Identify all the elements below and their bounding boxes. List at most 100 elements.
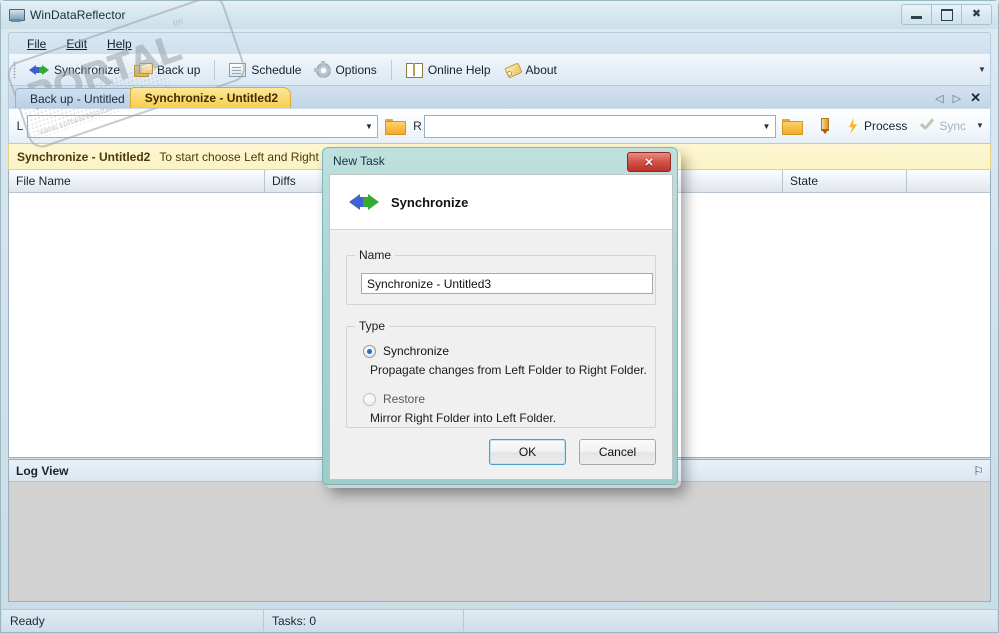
tab-synchronize-untitled2[interactable]: Synchronize - Untitled2 <box>129 87 292 108</box>
title-bar: WinDataReflector ✖ <box>1 1 998 29</box>
tag-icon <box>503 61 523 79</box>
name-group-legend: Name <box>355 248 396 262</box>
menu-bar: File Edit Help <box>8 32 991 54</box>
window-title: WinDataReflector <box>30 8 126 22</box>
application-window: WinDataReflector ✖ File Edit Help Synchr… <box>0 0 999 633</box>
tab-backup-untitled-label: Back up - Untitled <box>30 92 125 106</box>
right-folder-chevron-down-icon[interactable]: ▼ <box>758 117 775 136</box>
pathbar-overflow-button[interactable]: ▼ <box>974 111 986 141</box>
status-bar-tasks: Tasks: 0 <box>264 610 464 631</box>
pin-icon[interactable]: ⚐ <box>973 464 984 478</box>
schedule-calendar-icon <box>229 62 247 77</box>
column-header-file-name[interactable]: File Name <box>9 170 265 192</box>
sync-arrows-icon <box>349 191 379 213</box>
status-bar-tasks-label: Tasks: 0 <box>272 613 317 628</box>
info-bar-task-name: Synchronize - Untitled2 <box>17 149 151 164</box>
dialog-title-bar: New Task <box>323 148 677 173</box>
backup-folders-icon <box>134 62 154 77</box>
tab-backup-untitled[interactable]: Back up - Untitled <box>15 88 138 108</box>
toolbar-button-backup-label: Back up <box>157 62 201 77</box>
minimize-button[interactable] <box>902 5 932 24</box>
close-icon: ✕ <box>644 156 654 169</box>
dialog-buttons: OK Cancel <box>489 439 656 465</box>
toolbar-button-backup[interactable]: Back up <box>127 60 207 80</box>
toolbar-button-about[interactable]: About <box>498 60 564 80</box>
toolbar-overflow-button[interactable]: ▼ <box>976 57 988 83</box>
radio-synchronize-description: Propagate changes from Left Folder to Ri… <box>370 363 647 377</box>
dialog-close-button[interactable]: ✕ <box>627 152 671 172</box>
book-icon <box>405 62 423 78</box>
cancel-button[interactable]: Cancel <box>579 439 656 465</box>
tab-navigation: ◁ ▷ ✕ <box>935 90 990 108</box>
toolbar-button-synchronize[interactable]: Synchronize <box>22 60 127 80</box>
dialog-title: New Task <box>333 153 385 168</box>
sync-button[interactable]: Sync <box>913 117 972 135</box>
task-name-input-value: Synchronize - Untitled3 <box>367 276 492 291</box>
tab-next-button[interactable]: ▷ <box>953 92 961 105</box>
gear-icon <box>314 61 332 78</box>
process-button[interactable]: Process <box>840 116 913 136</box>
check-icon <box>919 118 935 133</box>
right-folder-combo[interactable]: ▼ <box>424 114 776 138</box>
toolbar-button-options[interactable]: Options <box>308 59 383 80</box>
folder-icon <box>782 118 804 135</box>
right-folder-label: R <box>413 119 422 133</box>
menu-item-file[interactable]: File <box>17 35 56 53</box>
process-button-label: Process <box>863 119 908 133</box>
dialog-body: Synchronize Name Synchronize - Untitled3… <box>329 174 673 480</box>
task-name-input[interactable]: Synchronize - Untitled3 <box>361 273 653 294</box>
info-bar-message: To start choose Left and Right f <box>159 149 326 164</box>
tab-strip: Back up - Untitled Synchronize - Untitle… <box>8 86 991 108</box>
toolbar-button-schedule[interactable]: Schedule <box>222 60 308 80</box>
pencil-filter-icon <box>819 118 829 134</box>
log-view-title: Log View <box>16 463 69 478</box>
dialog-banner: Synchronize <box>330 175 672 230</box>
column-header-state[interactable]: State <box>783 170 907 192</box>
tab-close-button[interactable]: ✕ <box>970 90 981 106</box>
status-bar-ready: Ready <box>2 610 264 631</box>
app-icon <box>8 7 25 23</box>
ok-button[interactable]: OK <box>489 439 566 465</box>
radio-synchronize-label: Synchronize <box>383 344 450 358</box>
pathbar-overflow-glyph: ▼ <box>976 121 984 130</box>
column-header-spacer[interactable] <box>907 170 990 192</box>
new-task-dialog: New Task ✕ Synchronize Name Synchronize … <box>322 147 678 485</box>
path-bar: L ▼ R ▼ Process Sync ▼ <box>8 108 991 144</box>
column-header-state-label: State <box>790 174 819 188</box>
left-folder-combo[interactable]: ▼ <box>27 114 379 138</box>
window-controls: ✖ <box>901 4 992 25</box>
menu-item-help-label: Help <box>107 36 132 51</box>
left-folder-chevron-down-icon[interactable]: ▼ <box>360 117 377 136</box>
tab-prev-button[interactable]: ◁ <box>935 92 943 105</box>
maximize-button[interactable] <box>932 5 962 24</box>
toolbar-button-online-help-label: Online Help <box>427 62 491 77</box>
ok-button-label: OK <box>518 445 537 459</box>
radio-restore-icon[interactable] <box>363 392 376 406</box>
radio-synchronize-icon[interactable] <box>363 344 376 358</box>
radio-restore-description: Mirror Right Folder into Left Folder. <box>370 411 557 425</box>
close-button[interactable]: ✖ <box>962 5 991 24</box>
dialog-banner-title: Synchronize <box>391 194 469 210</box>
status-bar-ready-label: Ready <box>10 613 45 628</box>
toolbar-overflow-glyph: ▼ <box>978 64 986 74</box>
left-folder-label: L <box>16 119 24 133</box>
radio-option-restore[interactable]: Restore <box>363 392 655 406</box>
right-browse-button[interactable] <box>779 115 805 137</box>
radio-restore-label: Restore <box>383 392 426 406</box>
tab-synchronize-untitled2-label: Synchronize - Untitled2 <box>144 91 279 105</box>
radio-option-synchronize[interactable]: Synchronize <box>363 344 655 358</box>
menu-item-help[interactable]: Help <box>97 35 142 53</box>
column-header-diffs-label: Diffs <box>272 174 296 188</box>
toolbar-grip[interactable] <box>13 60 16 79</box>
status-bar: Ready Tasks: 0 <box>2 609 997 631</box>
toolbar-separator-2 <box>390 59 392 80</box>
name-group: Name Synchronize - Untitled3 <box>346 248 656 305</box>
status-bar-extra <box>464 610 472 631</box>
toolbar-button-online-help[interactable]: Online Help <box>399 60 498 80</box>
toolbar-button-synchronize-label: Synchronize <box>54 62 121 77</box>
left-browse-button[interactable] <box>381 115 407 137</box>
toolbar: Synchronize Back up Schedule Options Onl… <box>8 54 991 86</box>
menu-item-edit[interactable]: Edit <box>56 35 97 53</box>
column-header-file-name-label: File Name <box>16 174 71 188</box>
filter-button[interactable] <box>811 115 837 137</box>
